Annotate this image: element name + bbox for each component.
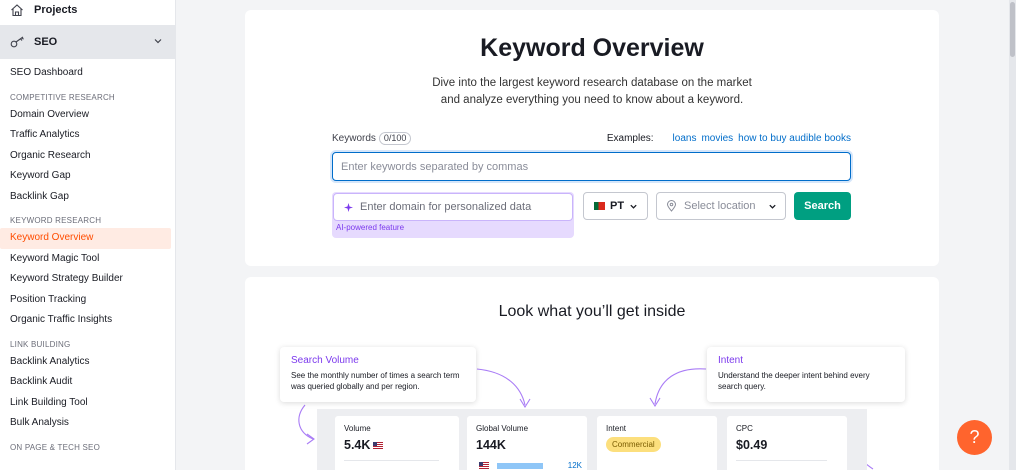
location-select[interactable]: Select location xyxy=(656,192,786,220)
database-select[interactable]: PT xyxy=(583,192,648,220)
preview-card-cpc: CPC $0.49 xyxy=(727,416,847,470)
chevron-down-icon xyxy=(768,202,777,211)
sidebar-item-position-tracking[interactable]: Position Tracking xyxy=(0,290,175,311)
sidebar-item-keyword-overview[interactable]: Keyword Overview xyxy=(0,228,171,249)
sidebar-item-seo-dashboard[interactable]: SEO Dashboard xyxy=(0,63,175,84)
preview-card-volume: Volume 5.4K xyxy=(335,416,459,470)
intent-badge: Commercial xyxy=(606,437,661,452)
tooltip-intent: Intent Understand the deeper intent behi… xyxy=(707,347,905,402)
sidebar-item-backlink-audit[interactable]: Backlink Audit xyxy=(0,372,175,393)
sidebar-item-backlink-analytics[interactable]: Backlink Analytics xyxy=(0,352,175,373)
domain-input[interactable]: Enter domain for personalized data xyxy=(333,193,573,221)
tooltip-search-volume-text: See the monthly number of times a search… xyxy=(291,371,460,391)
sidebar-item-backlink-gap[interactable]: Backlink Gap xyxy=(0,187,175,208)
metrics-preview: Volume 5.4K Global Volume 144K 12K Inten… xyxy=(317,409,867,470)
page-scrollbar[interactable] xyxy=(1009,0,1016,470)
sparkle-icon xyxy=(343,202,354,213)
example-link-movies[interactable]: movies xyxy=(701,133,733,144)
global-volume-label: Global Volume xyxy=(476,424,529,433)
preview-card-global-volume: Global Volume 144K 12K xyxy=(467,416,587,470)
sidebar-item-domain-overview[interactable]: Domain Overview xyxy=(0,105,175,126)
volume-value: 5.4K xyxy=(344,438,371,452)
seo-key-icon xyxy=(10,35,26,49)
examples: Examples: loans movies how to buy audibl… xyxy=(607,133,851,144)
page-title: Keyword Overview xyxy=(480,34,704,62)
sidebar-item-projects[interactable]: Projects xyxy=(0,0,175,20)
features-preview-card: Look what you’ll get inside Search Volum… xyxy=(245,277,939,470)
subtitle-line-1: Dive into the largest keyword research d… xyxy=(432,77,752,89)
chevron-down-icon[interactable] xyxy=(153,36,163,46)
cpc-label: CPC xyxy=(736,424,753,433)
sidebar-item-bulk-analysis[interactable]: Bulk Analysis xyxy=(0,413,175,434)
examples-label: Examples: xyxy=(606,133,654,144)
cpc-value: $0.49 xyxy=(736,438,768,452)
tooltip-intent-title: Intent xyxy=(718,355,744,366)
sidebar-heading-keyword-research: KEYWORD RESEARCH xyxy=(10,216,102,225)
keywords-label: Keywords xyxy=(332,133,376,144)
sidebar-item-organic-research[interactable]: Organic Research xyxy=(0,146,175,167)
us-flag-icon xyxy=(479,462,489,469)
example-link-loans[interactable]: loans xyxy=(673,133,697,144)
location-pin-icon xyxy=(666,200,677,212)
scrollbar-thumb[interactable] xyxy=(1010,2,1015,57)
divider xyxy=(344,460,439,461)
keyword-input[interactable] xyxy=(332,152,851,181)
database-value: PT xyxy=(610,200,625,212)
ai-feature-caption: AI-powered feature xyxy=(336,223,405,232)
sidebar-item-keyword-strategy-builder[interactable]: Keyword Strategy Builder xyxy=(0,269,175,290)
tooltip-intent-text: Understand the deeper intent behind ever… xyxy=(718,371,870,391)
sidebar-heading-link-building: LINK BUILDING xyxy=(10,339,71,349)
sidebar: Projects SEO SEO Dashboard COMPETITIVE R… xyxy=(0,0,176,470)
location-placeholder: Select location xyxy=(684,200,756,212)
global-volume-row-value: 12K xyxy=(567,461,582,470)
divider xyxy=(736,460,827,461)
domain-input-placeholder: Enter domain for personalized data xyxy=(360,201,532,213)
portugal-flag-icon xyxy=(594,202,605,210)
features-title: Look what you’ll get inside xyxy=(498,303,686,320)
keyword-overview-card: Keyword Overview Dive into the largest k… xyxy=(245,10,939,266)
sidebar-heading-on-page-tech-seo: ON PAGE & TECH SEO xyxy=(10,442,100,452)
sidebar-item-organic-traffic-insights[interactable]: Organic Traffic Insights xyxy=(0,310,175,331)
sidebar-item-keyword-gap[interactable]: Keyword Gap xyxy=(0,166,175,187)
sidebar-item-seo-label: SEO xyxy=(34,36,58,48)
keywords-header-row: Keywords 0/100 Examples: loans movies ho… xyxy=(332,132,851,145)
volume-label: Volume xyxy=(344,424,371,433)
sidebar-item-link-building-tool[interactable]: Link Building Tool xyxy=(0,393,175,414)
keywords-counter: 0/100 xyxy=(378,132,412,145)
example-link-audible[interactable]: how to buy audible books xyxy=(738,133,851,144)
help-button[interactable]: ? xyxy=(957,420,992,455)
sidebar-heading-competitive-research: COMPETITIVE RESEARCH xyxy=(10,92,115,102)
global-volume-country-row: 12K xyxy=(476,461,582,470)
intent-label: Intent xyxy=(606,424,627,433)
global-volume-value: 144K xyxy=(476,438,506,452)
global-volume-bar xyxy=(497,462,543,469)
ai-domain-field-wrapper: Enter domain for personalized data AI-po… xyxy=(332,192,574,238)
chevron-down-icon xyxy=(629,202,638,211)
subtitle-line-2: and analyze everything you need to know … xyxy=(440,94,744,106)
sidebar-item-traffic-analytics[interactable]: Traffic Analytics xyxy=(0,125,175,146)
sidebar-item-keyword-magic-tool[interactable]: Keyword Magic Tool xyxy=(0,249,175,270)
tooltip-search-volume-title: Search Volume xyxy=(291,355,359,366)
page-subtitle: Dive into the largest keyword research d… xyxy=(245,75,939,109)
volume-value-row: 5.4K xyxy=(344,438,450,452)
sidebar-item-projects-label: Projects xyxy=(34,4,78,16)
us-flag-icon xyxy=(373,441,384,449)
sidebar-item-seo[interactable]: SEO xyxy=(0,25,175,59)
tooltip-search-volume: Search Volume See the monthly number of … xyxy=(280,347,476,402)
preview-card-intent: Intent Commercial xyxy=(597,416,717,470)
search-button[interactable]: Search xyxy=(794,192,851,220)
home-icon xyxy=(10,3,26,17)
